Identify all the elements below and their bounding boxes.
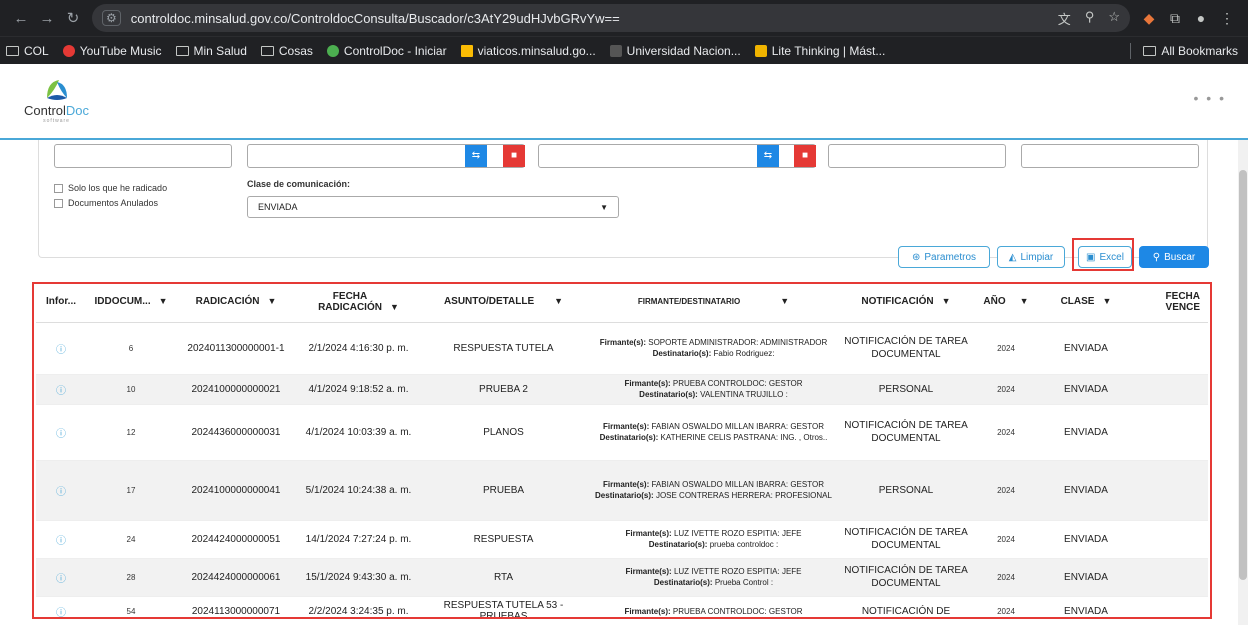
app-header: ControlDoc software • • • (0, 64, 1248, 140)
clase-select[interactable]: ENVIADA ▼ (247, 196, 619, 218)
profile-avatar[interactable]: ● (1188, 10, 1214, 26)
checkbox-solo-radicado[interactable]: Solo los que he radicado (54, 183, 167, 193)
folder-icon (260, 45, 274, 56)
extension-fox-icon[interactable]: ◆ (1136, 10, 1162, 27)
scrollbar[interactable] (1238, 140, 1248, 625)
forward-icon[interactable]: → (34, 10, 60, 27)
folder-icon (6, 45, 19, 56)
folder-icon (1143, 45, 1157, 56)
menu-icon[interactable]: ⋮ (1214, 10, 1240, 27)
more-options-icon[interactable]: • • • (1194, 90, 1226, 106)
extensions-icon[interactable]: ⧉ (1162, 10, 1188, 27)
back-icon[interactable]: ← (8, 10, 34, 27)
filter-input-1[interactable] (54, 144, 232, 168)
clase-label: Clase de comunicación: (247, 179, 351, 189)
buscar-button[interactable]: ⚲ Buscar (1139, 246, 1209, 268)
site-settings-icon[interactable]: ⚙ (102, 10, 121, 26)
bookmarks-bar: COL YouTube Music Min Salud Cosas Contro… (0, 36, 1248, 64)
all-bookmarks[interactable]: All Bookmarks (1143, 44, 1238, 58)
url-text: controldoc.minsalud.gov.co/ControldocCon… (130, 10, 620, 26)
search-icon: ⚲ (1152, 251, 1161, 263)
bookmark-item[interactable]: ControlDoc - Iniciar (326, 44, 447, 58)
viaticos-icon (460, 44, 473, 57)
lite-thinking-icon (754, 44, 767, 57)
tree-select-icon[interactable]: ⇆ (465, 145, 487, 167)
tree-select-icon[interactable]: ⇆ (757, 145, 779, 167)
browser-toolbar: ← → ↻ ⚙ controldoc.minsalud.gov.co/Contr… (0, 0, 1248, 36)
chevron-down-icon: ▼ (600, 202, 608, 212)
controldoc-icon (326, 44, 339, 57)
star-icon[interactable]: ☆ (1108, 9, 1120, 28)
checkbox-anulados[interactable]: Documentos Anulados (54, 198, 158, 208)
excel-highlight-box (1072, 238, 1134, 271)
parametros-button[interactable]: ⊛ Parametros (898, 246, 990, 268)
limpiar-button[interactable]: ◭ Limpiar (997, 246, 1065, 268)
parameters-icon: ⊛ (911, 251, 921, 263)
reload-icon[interactable]: ↻ (60, 9, 86, 27)
bookmark-item[interactable]: Min Salud (175, 44, 247, 58)
filter-input-5[interactable] (1021, 144, 1199, 168)
bookmark-item[interactable]: Universidad Nacion... (609, 44, 741, 58)
scrollbar-thumb[interactable] (1239, 170, 1247, 580)
bookmark-item[interactable]: COL (6, 44, 49, 58)
bookmark-item[interactable]: viaticos.minsalud.go... (460, 44, 596, 58)
youtube-music-icon (62, 44, 75, 57)
unal-icon (609, 44, 622, 57)
main-content: ⇆ ■ ⇆ ■ Solo los que he radicado Documen… (0, 140, 1248, 625)
trash-icon[interactable]: ■ (503, 145, 525, 167)
bookmark-item[interactable]: YouTube Music (62, 44, 162, 58)
filter-panel: ⇆ ■ ⇆ ■ Solo los que he radicado Documen… (38, 140, 1208, 258)
filter-input-4[interactable] (828, 144, 1006, 168)
eraser-icon: ◭ (1008, 251, 1017, 263)
address-bar[interactable]: ⚙ controldoc.minsalud.gov.co/ControldocC… (92, 4, 1130, 32)
controldoc-logo[interactable]: ControlDoc software (24, 78, 89, 124)
table-highlight-box (32, 282, 1212, 619)
logo-icon (43, 78, 71, 102)
folder-icon (175, 45, 189, 56)
bookmark-item[interactable]: Cosas (260, 44, 313, 58)
zoom-icon[interactable]: ⚲ (1085, 9, 1095, 28)
translate-icon[interactable]: 文 (1058, 9, 1071, 28)
trash-icon[interactable]: ■ (794, 145, 816, 167)
bookmark-item[interactable]: Lite Thinking | Mást... (754, 44, 885, 58)
